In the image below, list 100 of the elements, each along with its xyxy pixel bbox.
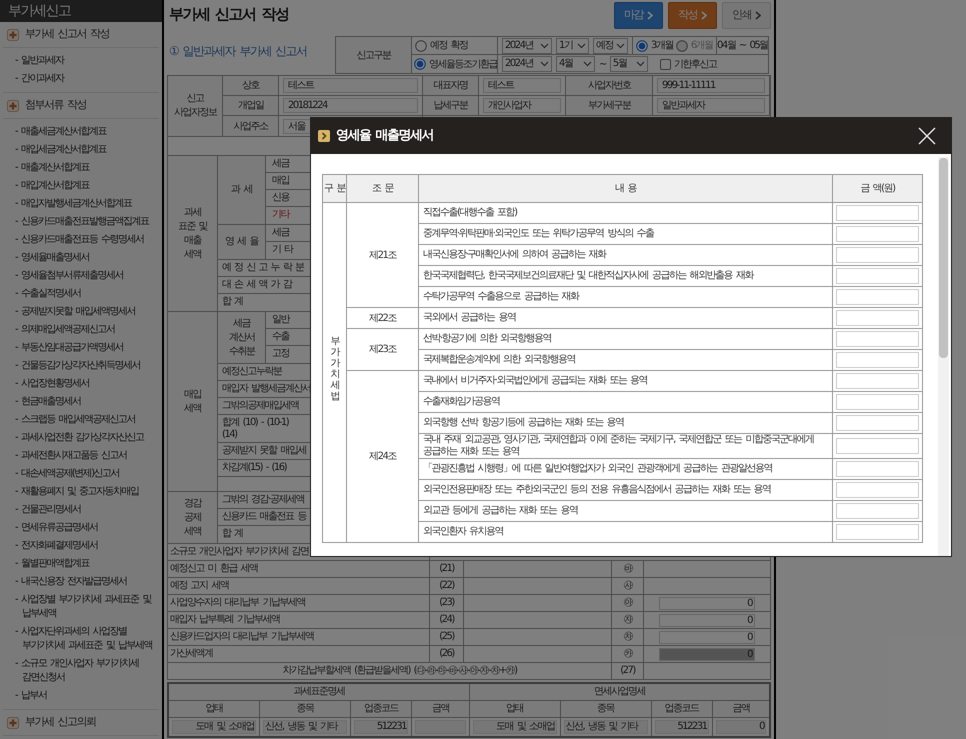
text-field[interactable]: 20181224 (283, 98, 418, 113)
sidebar-link[interactable]: - 매입세금계산서합계표 (3, 141, 159, 159)
amount-input[interactable] (836, 289, 919, 305)
amount-input[interactable] (836, 205, 919, 221)
amount-input[interactable] (836, 352, 919, 368)
dropdown[interactable]: 2024년 (502, 38, 552, 54)
amount-input[interactable] (836, 524, 919, 540)
plus-icon (7, 716, 19, 728)
amount-input[interactable] (836, 482, 919, 498)
amount-input[interactable] (836, 503, 919, 519)
text-field[interactable]: 도매 및 소매업 (172, 720, 256, 734)
sidebar-link[interactable]: - 내국신용장 전자발급명세서 (3, 573, 159, 591)
sidebar-link[interactable]: - 부동산임대공급가액명세서 (3, 339, 159, 357)
amount-input[interactable] (836, 373, 919, 389)
scrollbar-thumb[interactable] (939, 158, 948, 358)
sidebar-link[interactable]: - 현금매출명세서 (3, 393, 159, 411)
row-label: (14) (222, 428, 238, 440)
section-label: 과세 표준 및 매출 세액 (178, 206, 208, 262)
sidebar-link[interactable]: - 면세유류공급명세서 (3, 519, 159, 537)
checkbox[interactable]: 기한후신고 (660, 56, 716, 72)
text-field[interactable]: 999-11-11111 (657, 78, 765, 93)
field-label: 대표자명 (423, 76, 479, 95)
sidebar-link[interactable]: - 수출실적명세서 (3, 285, 159, 303)
row-label: 기 타 (271, 243, 294, 257)
text-field[interactable]: 테스트 (283, 78, 418, 93)
sidebar-link[interactable]: - 신용카드매출전표발행금액집계표 (3, 213, 159, 231)
chevron-down-icon (540, 42, 549, 48)
sidebar-link[interactable]: - 건물등감가상각자산취득명세서 (3, 357, 159, 375)
sidebar-link[interactable]: - 과세전환시재고품등 신고서 (3, 447, 159, 465)
field-label: 신고구분 (336, 37, 412, 73)
amount-input[interactable] (836, 268, 919, 284)
close-button[interactable] (917, 126, 937, 146)
amount-input[interactable] (836, 247, 919, 263)
sidebar-link[interactable]: - 재활용폐지 및 중고자동차매입 (3, 483, 159, 501)
sidebar-link[interactable]: - 매출세금계산서합계표 (3, 123, 159, 141)
chevron-right-icon (701, 11, 707, 20)
text-field[interactable]: 테스트 (483, 78, 561, 93)
sidebar-link[interactable]: - 공제받지못할 매입세액명세서 (3, 303, 159, 321)
sidebar-link[interactable]: - 납부서 (3, 687, 159, 705)
sidebar-link[interactable]: - 사업장별 부가가치세 과세표준 및 납부세액 (3, 591, 159, 623)
amount-input[interactable] (836, 394, 919, 410)
radio-button[interactable]: 영세율등조기환급 (414, 56, 497, 72)
action-button[interactable]: 인쇄 (722, 2, 771, 29)
dropdown[interactable]: 5월 (610, 56, 648, 72)
text-field[interactable]: 0 (716, 720, 766, 734)
amount-input[interactable] (836, 415, 919, 431)
radio-button[interactable]: 예정 확정 (415, 38, 468, 53)
sidebar-link[interactable]: - 의제매입세액공제신고서 (3, 321, 159, 339)
text-field[interactable]: 신선, 냉동 및 기타 (263, 720, 347, 734)
sidebar-link[interactable]: - 매입자발행세금계산서합계표 (3, 195, 159, 213)
row-label: 영 세 율 (224, 235, 258, 249)
dropdown[interactable]: 예정 (593, 38, 628, 54)
dropdown[interactable]: 4월 (556, 56, 595, 72)
scrollbar[interactable] (938, 157, 949, 556)
chevron-down-icon (540, 61, 549, 67)
amount-input[interactable] (836, 331, 919, 347)
dropdown[interactable]: 1기 (556, 38, 589, 54)
sidebar-link[interactable]: - 건물관리명세서 (3, 501, 159, 519)
text-field[interactable]: 512231 (354, 720, 408, 734)
sidebar-link[interactable]: - 매입계산서합계표 (3, 177, 159, 195)
row-mark: ㉸ (612, 646, 644, 662)
amount-field[interactable]: 0 (659, 596, 755, 610)
amount-input[interactable] (836, 438, 919, 454)
row-label: 차가감납부할세액 (환급받을세액) (㉰-㉱-㉲-㉳-㉴-㉵-㉶-㉷+㉸) (168, 663, 612, 679)
sidebar-link[interactable]: - 과세사업전환 감가상각자산신고 (3, 429, 159, 447)
sidebar-link[interactable]: - 간이과세자 (3, 70, 159, 88)
sidebar-link[interactable]: - 대손세액공제(변제)신고서 (3, 465, 159, 483)
amount-input[interactable] (836, 226, 919, 242)
amount-field[interactable]: 0 (659, 630, 755, 644)
sidebar-link[interactable]: - 스크랩등 매입세액공제신고서 (3, 411, 159, 429)
amount-input[interactable] (836, 310, 919, 326)
section-link[interactable]: 부가세 신고의뢰 (25, 714, 96, 731)
amount-field[interactable]: 0 (659, 614, 755, 626)
text-field[interactable]: 신선, 냉동 및 기타 (564, 720, 648, 734)
sidebar-link[interactable]: - 전자화폐결제명세서 (3, 537, 159, 555)
sidebar-link[interactable]: - 신용카드매출전표등 수령명세서 (3, 231, 159, 249)
field-label: 상호 (223, 76, 279, 95)
amount-input[interactable] (836, 461, 919, 477)
text-field[interactable]: 개인사업자 (483, 98, 561, 113)
sidebar-link[interactable]: - 월별판매액합계표 (3, 555, 159, 573)
text-field[interactable]: 일반과세자 (657, 98, 765, 113)
radio-button[interactable]: 3개월 (636, 38, 673, 53)
sidebar-link[interactable]: - 소규모 개인사업자 부가가치세 감면신청서 (3, 655, 159, 687)
sidebar-link[interactable]: - 사업장현황명세서 (3, 375, 159, 393)
article-label: 제24조 (369, 451, 396, 462)
column-header: 내 용 (418, 174, 832, 202)
section-link[interactable]: 첨부서류 작성 (25, 97, 86, 114)
sidebar-link[interactable]: - 매출계산서합계표 (3, 159, 159, 177)
text-field[interactable]: 512231 (654, 720, 708, 734)
sidebar-link[interactable]: - 사업자단위과세의 사업장별 부가가치세 과세표준 및 납부세액 (3, 623, 159, 655)
action-button[interactable]: 마감 (614, 2, 663, 29)
row-mark: ㉴ (612, 578, 644, 594)
sidebar-link[interactable]: - 영세율매출명세서 (3, 249, 159, 267)
text-field[interactable]: 도매 및 소매업 (472, 720, 556, 734)
dropdown[interactable]: 2024년 (502, 56, 552, 72)
section-link[interactable]: 부가세 신고서 작성 (25, 26, 109, 43)
sidebar-link[interactable]: - 일반과세자 (3, 52, 159, 70)
item-text: 외국인환자 유치용역 (423, 526, 504, 537)
sidebar-link[interactable]: - 영세율첨부서류제출명세서 (3, 267, 159, 285)
action-button[interactable]: 작성 (668, 2, 717, 29)
